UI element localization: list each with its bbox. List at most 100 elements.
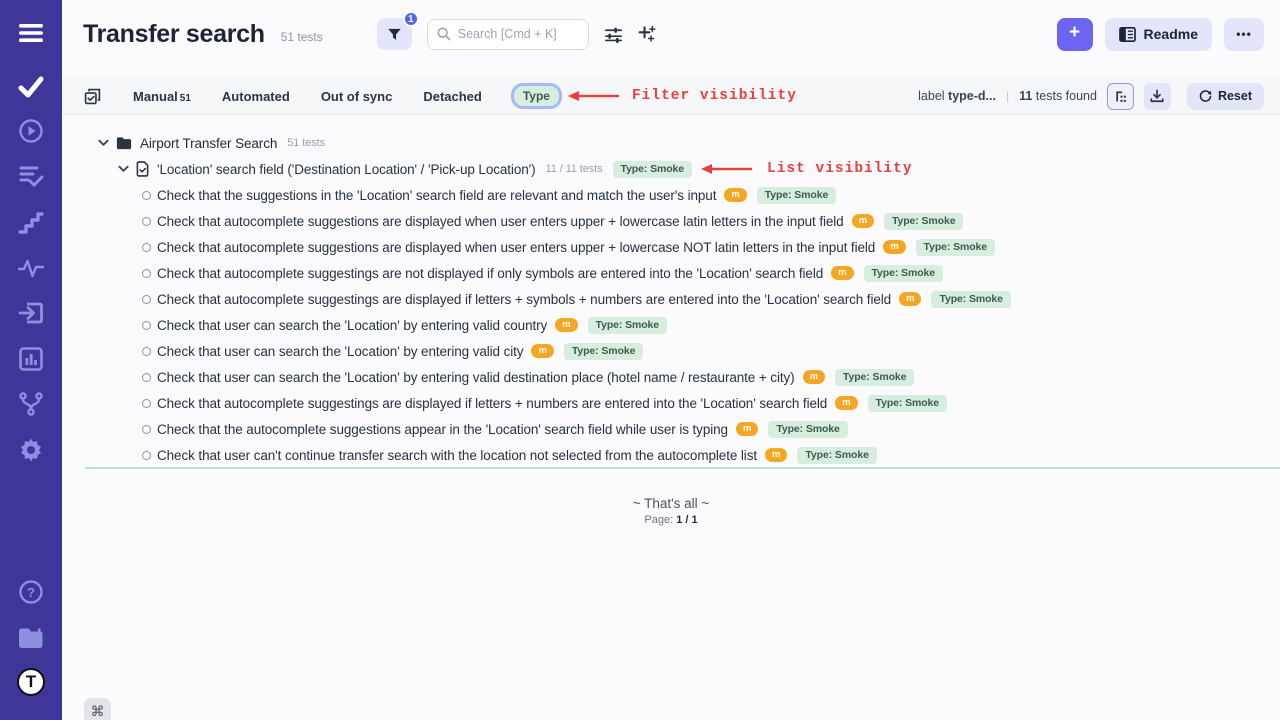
test-row[interactable]: Check that autocomplete suggestings are … bbox=[62, 390, 1280, 416]
download-button[interactable] bbox=[1144, 83, 1171, 110]
sidebar: ? T bbox=[0, 0, 62, 720]
priority-badge: m bbox=[724, 188, 746, 202]
test-row[interactable]: Check that autocomplete suggestings are … bbox=[62, 260, 1280, 286]
select-all-icon[interactable] bbox=[83, 87, 102, 106]
help-icon[interactable]: ? bbox=[17, 578, 45, 606]
folder-icon bbox=[116, 136, 132, 150]
test-row[interactable]: Check that user can search the 'Location… bbox=[62, 312, 1280, 338]
activity-pulse-icon[interactable] bbox=[17, 254, 45, 282]
folder-name: Airport Transfer Search bbox=[140, 136, 277, 151]
imports-icon[interactable] bbox=[17, 299, 45, 327]
folder-test-count: 51 tests bbox=[287, 137, 325, 149]
priority-badge: m bbox=[531, 344, 553, 358]
add-button[interactable]: + bbox=[1057, 18, 1093, 51]
type-badge: Type: Smoke bbox=[768, 421, 847, 438]
search-input[interactable] bbox=[458, 27, 578, 41]
search-box[interactable] bbox=[427, 19, 589, 50]
test-status-icon bbox=[142, 425, 151, 434]
page-title: Transfer search bbox=[83, 20, 265, 49]
test-row[interactable]: Check that user can search the 'Location… bbox=[62, 364, 1280, 390]
test-status-icon bbox=[142, 269, 151, 278]
list-visibility-annotation: List visibility bbox=[767, 161, 913, 177]
test-row[interactable]: Check that autocomplete suggestings are … bbox=[62, 286, 1280, 312]
type-badge: Type: Smoke bbox=[884, 213, 963, 230]
folder-row[interactable]: Airport Transfer Search 51 tests bbox=[62, 130, 1280, 156]
reset-label: Reset bbox=[1218, 89, 1252, 103]
suite-document-icon bbox=[136, 161, 149, 177]
suite-row[interactable]: 'Location' search field ('Destination Lo… bbox=[62, 156, 1280, 182]
type-filter-pill[interactable]: Type bbox=[514, 86, 559, 106]
test-tree: Airport Transfer Search 51 tests 'Locati… bbox=[62, 116, 1280, 526]
type-badge: Type: Smoke bbox=[916, 239, 995, 256]
test-status-icon bbox=[142, 295, 151, 304]
test-row[interactable]: Check that autocomplete suggestions are … bbox=[62, 208, 1280, 234]
readme-button[interactable]: Readme bbox=[1105, 18, 1212, 51]
test-plans-icon[interactable] bbox=[17, 162, 45, 190]
type-badge: Type: Smoke bbox=[931, 291, 1010, 308]
filter-funnel-button[interactable]: 1 bbox=[377, 18, 412, 50]
test-runs-play-icon[interactable] bbox=[17, 117, 45, 145]
test-row[interactable]: Check that autocomplete suggestions are … bbox=[62, 234, 1280, 260]
view-settings-sliders-icon[interactable] bbox=[604, 26, 623, 43]
pagination-text: Page: 1 / 1 bbox=[62, 514, 1280, 526]
priority-badge: m bbox=[555, 318, 577, 332]
test-row[interactable]: Check that the suggestions in the 'Locat… bbox=[62, 182, 1280, 208]
type-badge: Type: Smoke bbox=[868, 395, 947, 412]
priority-badge: m bbox=[883, 240, 905, 254]
priority-badge: m bbox=[899, 292, 921, 306]
tree-view-toggle-button[interactable] bbox=[1107, 83, 1134, 110]
chevron-down-icon[interactable] bbox=[98, 139, 109, 147]
user-avatar[interactable]: T bbox=[17, 668, 45, 696]
top-bar: Transfer search 51 tests 1 bbox=[62, 0, 1280, 68]
app-window: ? T Transfer search 51 tests 1 bbox=[0, 0, 1280, 720]
funnel-icon bbox=[387, 27, 402, 42]
tab-out-of-sync[interactable]: Out of sync bbox=[321, 89, 393, 104]
reports-chart-icon[interactable] bbox=[17, 345, 45, 373]
filter-count-badge: 1 bbox=[403, 11, 419, 27]
test-status-icon bbox=[142, 321, 151, 330]
test-row[interactable]: Check that user can't continue transfer … bbox=[62, 442, 1280, 468]
search-icon bbox=[437, 27, 451, 41]
type-badge: Type: Smoke bbox=[864, 265, 943, 282]
red-arrow-left-icon bbox=[701, 163, 753, 175]
test-row[interactable]: Check that the autocomplete suggestions … bbox=[62, 416, 1280, 442]
suite-test-count: 11 / 11 tests bbox=[546, 163, 603, 175]
tab-automated[interactable]: Automated bbox=[222, 89, 290, 104]
priority-badge: m bbox=[765, 448, 787, 462]
projects-folder-icon[interactable] bbox=[17, 624, 45, 652]
title-test-count: 51 tests bbox=[281, 30, 323, 44]
reset-button[interactable]: Reset bbox=[1187, 83, 1264, 110]
tests-check-icon[interactable] bbox=[17, 73, 45, 101]
chevron-down-icon[interactable] bbox=[118, 165, 129, 173]
svg-text:?: ? bbox=[27, 585, 35, 600]
readme-label: Readme bbox=[1144, 26, 1198, 42]
filter-bar: Manual51 Automated Out of sync Detached … bbox=[62, 78, 1280, 115]
test-status-icon bbox=[142, 243, 151, 252]
priority-badge: m bbox=[835, 396, 857, 410]
integrations-branch-icon[interactable] bbox=[17, 390, 45, 418]
priority-badge: m bbox=[852, 214, 874, 228]
test-status-icon bbox=[142, 191, 151, 200]
tab-manual[interactable]: Manual51 bbox=[133, 89, 191, 104]
test-status-icon bbox=[142, 373, 151, 382]
suite-name: 'Location' search field ('Destination Lo… bbox=[157, 162, 536, 177]
tab-detached[interactable]: Detached bbox=[423, 89, 482, 104]
command-shortcut-button[interactable]: ⌘ bbox=[84, 698, 111, 720]
test-status-icon bbox=[142, 217, 151, 226]
settings-gear-icon[interactable] bbox=[17, 436, 45, 464]
red-arrow-left-icon bbox=[568, 90, 620, 102]
divider: | bbox=[1006, 89, 1009, 103]
more-options-button[interactable]: ••• bbox=[1224, 18, 1264, 51]
tests-found-count: 11 tests found bbox=[1019, 89, 1097, 103]
milestones-steps-icon[interactable] bbox=[17, 208, 45, 236]
test-status-icon bbox=[142, 451, 151, 460]
main-area: Transfer search 51 tests 1 bbox=[62, 0, 1280, 720]
book-icon bbox=[1119, 27, 1136, 42]
test-row[interactable]: Check that user can search the 'Location… bbox=[62, 338, 1280, 364]
drop-indicator-line bbox=[85, 467, 1280, 469]
filter-visibility-annotation: Filter visibility bbox=[632, 88, 797, 104]
type-badge: Type: Smoke bbox=[797, 447, 876, 464]
ai-sparkles-icon[interactable] bbox=[638, 25, 656, 43]
menu-icon[interactable] bbox=[17, 19, 45, 47]
test-status-icon bbox=[142, 399, 151, 408]
